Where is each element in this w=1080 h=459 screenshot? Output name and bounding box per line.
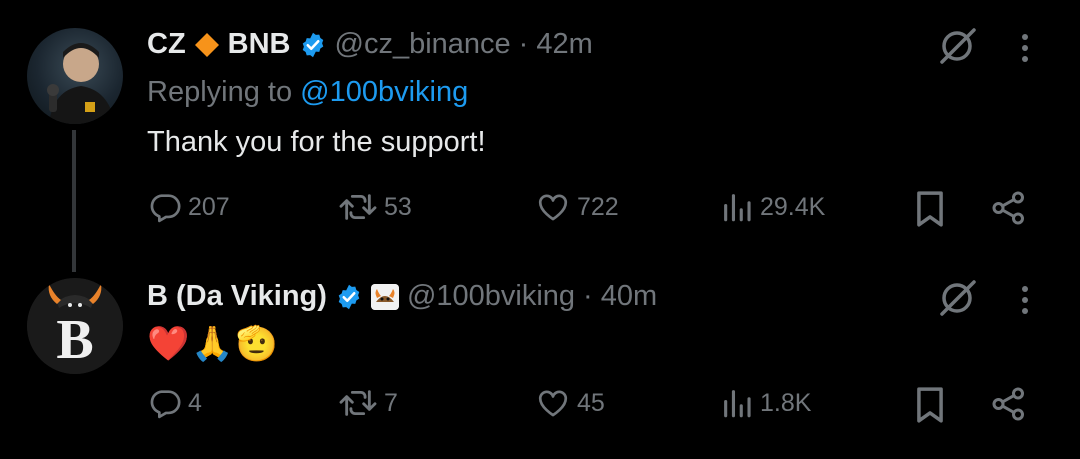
tweet-text: ❤️🙏🫡 <box>147 325 281 363</box>
like-button[interactable]: 722 <box>535 190 619 224</box>
more-options-icon[interactable] <box>1020 32 1030 64</box>
like-count: 722 <box>577 192 619 221</box>
reply-count: 207 <box>188 192 230 221</box>
views-chart-icon <box>724 390 751 418</box>
bookmark-button[interactable] <box>914 190 946 228</box>
verified-badge-icon[interactable] <box>299 31 327 59</box>
share-icon <box>992 191 1024 225</box>
affiliate-badge-icon[interactable] <box>370 283 399 310</box>
bookmark-icon <box>917 191 943 227</box>
bookmark-button[interactable] <box>914 386 946 424</box>
avatar-cz[interactable] <box>27 28 123 124</box>
timestamp[interactable]: 40m <box>601 280 657 313</box>
heart-icon <box>538 390 568 417</box>
replying-handle-link[interactable]: @100bviking <box>300 76 468 108</box>
display-name[interactable]: CZ <box>147 28 186 61</box>
display-name-suffix[interactable]: BNB <box>228 28 291 61</box>
retweet-count: 53 <box>384 192 412 221</box>
avatar-da-viking[interactable]: B <box>27 278 123 374</box>
retweet-button[interactable]: 53 <box>338 190 412 224</box>
handle[interactable]: @cz_binance <box>335 28 511 61</box>
separator: · <box>518 28 529 60</box>
tweet-header: CZ BNB @cz_binance · 42m <box>147 28 593 61</box>
tweet-cz[interactable]: CZ BNB @cz_binance · 42m Replying to @10… <box>0 0 1080 272</box>
retweet-icon <box>339 390 377 416</box>
reply-button[interactable]: 207 <box>148 190 230 224</box>
grok-icon[interactable] <box>934 278 980 318</box>
bookmark-icon <box>917 387 943 423</box>
tweet-header: B (Da Viking) @100bviking · 40m <box>147 280 657 313</box>
views-chart-icon <box>724 194 751 222</box>
views-button[interactable]: 1.8K <box>720 386 811 420</box>
display-name[interactable]: B (Da Viking) <box>147 280 327 313</box>
views-count: 29.4K <box>760 192 826 221</box>
avatar-letter: B <box>56 309 93 371</box>
share-button[interactable] <box>990 190 1028 226</box>
like-count: 45 <box>577 388 605 417</box>
reply-count: 4 <box>188 388 202 417</box>
separator: · <box>583 280 593 312</box>
timestamp[interactable]: 42m <box>536 28 592 61</box>
reply-icon <box>150 194 181 223</box>
handle[interactable]: @100bviking <box>407 280 575 313</box>
tweet-da-viking[interactable]: B B (Da Viking) @100bviking · 40m ❤️🙏🫡 4… <box>0 268 1080 459</box>
heart-icon <box>538 194 568 221</box>
views-button[interactable]: 29.4K <box>720 190 825 224</box>
tweet-text: Thank you for the support! <box>147 126 486 158</box>
more-options-icon[interactable] <box>1020 284 1030 316</box>
orange-diamond-icon <box>194 32 219 57</box>
share-icon <box>992 387 1024 421</box>
grok-icon[interactable] <box>934 26 980 66</box>
share-button[interactable] <box>990 386 1028 422</box>
retweet-count: 7 <box>384 388 398 417</box>
retweet-button[interactable]: 7 <box>338 386 398 420</box>
replying-prefix: Replying to <box>147 76 293 108</box>
replying-to: Replying to @100bviking <box>147 76 468 109</box>
avatar-viking-image: B <box>27 278 123 374</box>
action-bar: 4 7 45 1.8K <box>0 386 1080 430</box>
reply-button[interactable]: 4 <box>148 386 202 420</box>
like-button[interactable]: 45 <box>535 386 605 420</box>
reply-icon <box>150 390 181 419</box>
views-count: 1.8K <box>760 388 812 417</box>
avatar-cz-image <box>47 43 115 124</box>
verified-badge-icon[interactable] <box>335 283 363 311</box>
action-bar: 207 53 722 29.4K <box>0 190 1080 234</box>
retweet-icon <box>339 194 377 220</box>
